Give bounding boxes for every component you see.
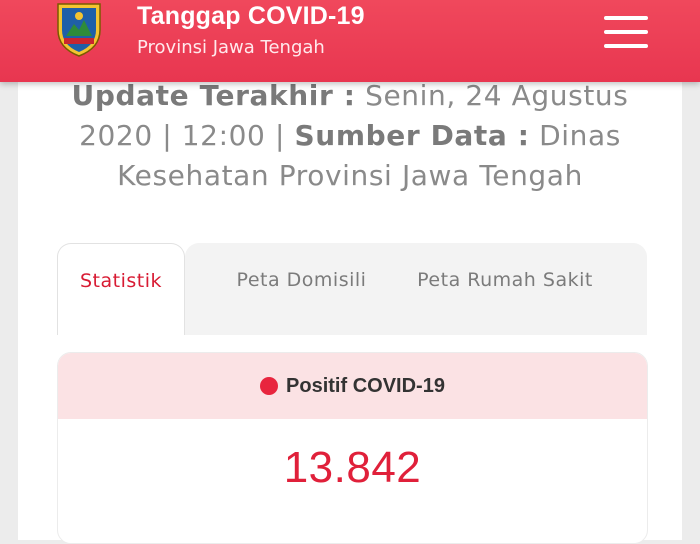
stat-value: 13.842 bbox=[283, 443, 422, 492]
status-dot-icon bbox=[260, 377, 279, 395]
app-title: Tanggap COVID-19 bbox=[137, 2, 365, 30]
tab-peta-domisili[interactable]: Peta Domisili bbox=[185, 243, 418, 335]
app-header: Tanggap COVID-19 Provinsi Jawa Tengah bbox=[0, 0, 700, 82]
app-subtitle: Provinsi Jawa Tengah bbox=[137, 37, 325, 58]
update-info: Update Terakhir : Senin, 24 Agustus 2020… bbox=[38, 76, 662, 196]
tab-label: Peta Rumah Sakit bbox=[417, 269, 593, 291]
tab-label: Peta Domisili bbox=[236, 269, 367, 291]
tab-statistik[interactable]: Statistik bbox=[57, 243, 185, 335]
source-label: Sumber Data : bbox=[294, 119, 530, 152]
tab-label: Statistik bbox=[79, 269, 162, 292]
jawa-tengah-emblem-icon bbox=[50, 0, 108, 58]
stat-label: Positif COVID-19 bbox=[286, 374, 445, 397]
positive-stat-card: Positif COVID-19 13.842 bbox=[57, 352, 648, 544]
updated-label: Update Terakhir : bbox=[71, 79, 356, 112]
stat-header: Positif COVID-19 bbox=[58, 353, 647, 419]
hamburger-menu-icon[interactable] bbox=[600, 14, 654, 50]
